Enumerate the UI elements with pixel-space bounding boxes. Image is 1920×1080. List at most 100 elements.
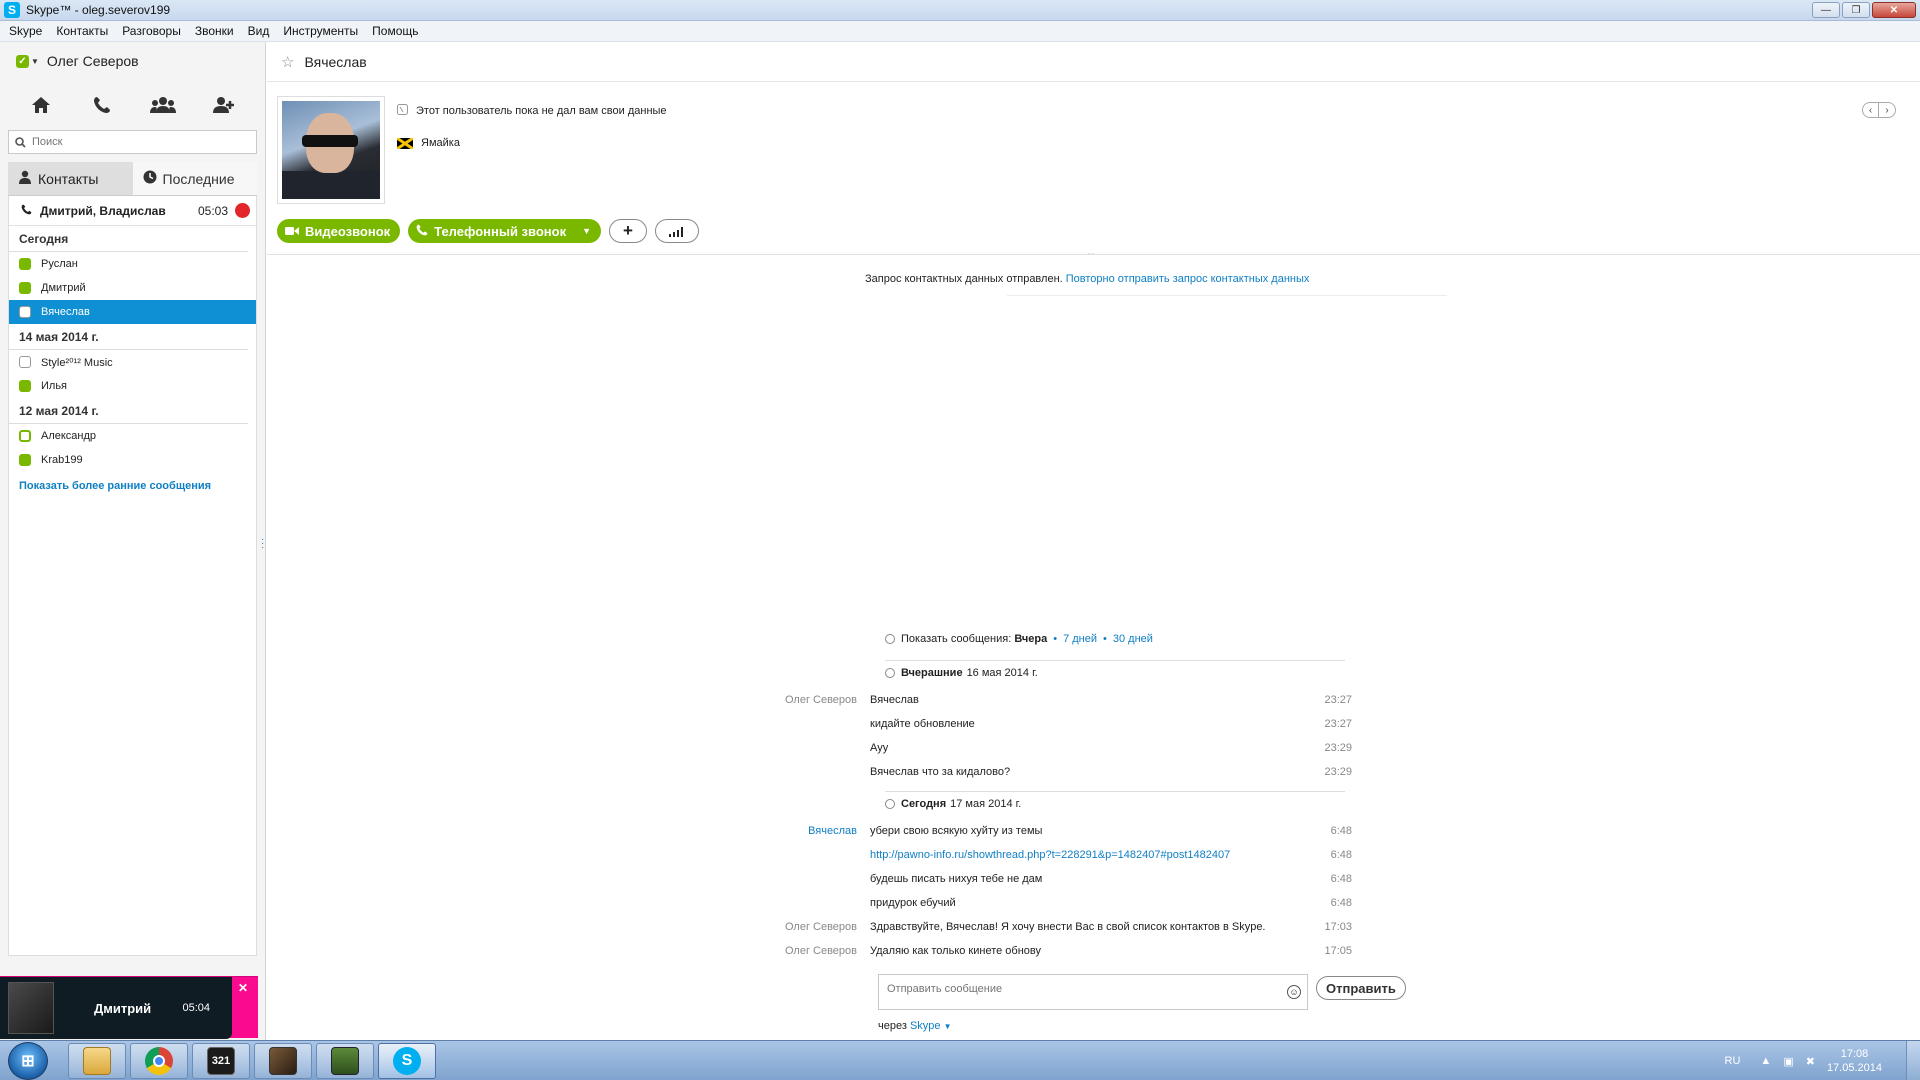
taskbar-chrome[interactable] <box>130 1042 188 1079</box>
taskbar-media-player[interactable]: 321 <box>192 1042 250 1079</box>
pending-status-icon <box>19 356 31 368</box>
resize-handle[interactable]: ... <box>1087 244 1095 258</box>
message-row: Вячеслав что за кидалово? 23:29 <box>697 762 1352 782</box>
send-button[interactable]: Отправить <box>1316 976 1406 1000</box>
message-text: Вячеслав <box>870 694 919 706</box>
search-icon <box>15 136 26 148</box>
tray-expand-icon[interactable]: ▲ <box>1760 1055 1771 1067</box>
day-header: Вчерашние 16 мая 2014 г. <box>885 660 1345 679</box>
clock-time: 17:08 <box>1840 1048 1869 1060</box>
network-icon[interactable]: ▣ <box>1783 1055 1793 1068</box>
chevron-down-icon[interactable]: ▼ <box>582 226 591 236</box>
message-text: кидайте обновление <box>870 718 975 730</box>
history-label: Показать сообщения: <box>901 633 1012 645</box>
add-participant-button[interactable]: + <box>609 219 647 243</box>
volume-muted-icon[interactable]: ✖ <box>1806 1055 1815 1068</box>
maximize-button[interactable]: ❐ <box>1842 2 1870 18</box>
online-status-icon[interactable]: ✓ <box>16 54 29 68</box>
profile-name[interactable]: Олег Северов <box>47 53 139 69</box>
contact-item-ruslan[interactable]: Руслан <box>9 252 256 276</box>
clock-icon <box>885 668 895 678</box>
contact-item-vyacheslav[interactable]: Вячеслав <box>9 300 256 324</box>
emoticon-icon[interactable]: ☺ <box>1287 985 1301 999</box>
show-earlier-link[interactable]: Показать более ранние сообщения <box>9 472 256 500</box>
signal-quality-button[interactable] <box>655 219 699 243</box>
message-row: Вячеслав убери свою всякую хуйту из темы… <box>697 821 1352 841</box>
message-compose[interactable]: ☺ <box>878 974 1308 1010</box>
phone-call-label: Телефонный звонок <box>434 223 567 239</box>
menu-contacts[interactable]: Контакты <box>49 24 115 38</box>
avatar[interactable] <box>277 96 385 204</box>
taskbar-clock[interactable]: 17:08 17.05.2014 <box>1827 1047 1882 1075</box>
menu-view[interactable]: Вид <box>241 24 277 38</box>
contact-item-dmitriy[interactable]: Дмитрий <box>9 276 256 300</box>
recent-list: Дмитрий, Владислав 05:03 Сегодня Руслан … <box>8 196 257 956</box>
profile-status[interactable]: ✓ ▼ Олег Северов <box>0 42 265 80</box>
contact-item-style-music[interactable]: Style²⁰¹² Music <box>9 350 256 374</box>
home-icon[interactable] <box>26 90 56 120</box>
call-popup[interactable]: Дмитрий 05:04 ✕ <box>0 976 258 1039</box>
clock-icon <box>143 170 157 187</box>
avatar-suit <box>282 171 380 199</box>
message-time: 23:27 <box>1324 694 1352 706</box>
message-input[interactable] <box>879 975 1259 1003</box>
message-link[interactable]: http://pawno-info.ru/showthread.php?t=22… <box>870 849 1312 861</box>
arrow-right-icon[interactable]: › <box>1879 103 1895 117</box>
skype-icon: S <box>393 1046 421 1075</box>
contact-item-krab199[interactable]: Krab199 <box>9 448 256 472</box>
phone-icon[interactable] <box>87 90 117 120</box>
hangup-icon[interactable] <box>235 203 250 218</box>
resend-request-link[interactable]: Повторно отправить запрос контактных дан… <box>1066 273 1310 285</box>
message-author[interactable]: Олег Северов <box>697 945 870 957</box>
tab-contacts[interactable]: Контакты <box>8 162 133 195</box>
message-author[interactable]: Вячеслав <box>697 825 870 837</box>
call-popup-body: Дмитрий 05:04 <box>0 977 232 1039</box>
chevron-down-icon[interactable]: ▼ <box>944 1022 952 1031</box>
message-author[interactable]: Олег Северов <box>697 921 870 933</box>
clock-icon <box>885 799 895 809</box>
message-author[interactable]: Олег Северов <box>697 694 870 706</box>
taskbar-skype[interactable]: S <box>378 1042 436 1079</box>
via-skype-dropdown[interactable]: Skype <box>910 1020 941 1032</box>
taskbar-explorer[interactable] <box>68 1042 126 1079</box>
contact-item-ilya[interactable]: Илья <box>9 374 256 398</box>
close-icon[interactable]: ✕ <box>238 981 248 995</box>
message-time: 17:03 <box>1324 921 1352 933</box>
video-camera-icon <box>285 224 299 239</box>
group-icon[interactable] <box>148 90 178 120</box>
start-button[interactable]: ⊞ <box>8 1041 48 1080</box>
system-tray: RU ▲ ▣ ✖ 17:08 17.05.2014 <box>1725 1041 1920 1080</box>
menu-tools[interactable]: Инструменты <box>276 24 365 38</box>
message-row: http://pawno-info.ru/showthread.php?t=22… <box>697 845 1352 865</box>
menu-help[interactable]: Помощь <box>365 24 425 38</box>
show-desktop-button[interactable] <box>1906 1041 1920 1080</box>
phone-call-button[interactable]: Телефонный звонок ▼ <box>408 219 601 243</box>
history-7-days-link[interactable]: 7 дней <box>1063 633 1097 645</box>
search-input[interactable] <box>32 136 232 148</box>
video-call-button[interactable]: Видеозвонок <box>277 219 401 243</box>
arrow-left-icon[interactable]: ‹ <box>1863 103 1879 117</box>
online-status-icon <box>19 258 31 270</box>
message-time: 17:05 <box>1324 945 1352 957</box>
message-row: будешь писать нихуя тебе не дам 6:48 <box>697 869 1352 889</box>
close-button[interactable]: ✕ <box>1872 2 1916 18</box>
menu-skype[interactable]: Skype <box>2 24 49 38</box>
star-icon[interactable]: ☆ <box>281 53 294 71</box>
message-time: 23:29 <box>1324 766 1352 778</box>
menu-conversations[interactable]: Разговоры <box>115 24 188 38</box>
search-box[interactable] <box>8 130 257 154</box>
active-call-item[interactable]: Дмитрий, Владислав 05:03 <box>9 196 256 226</box>
contact-item-aleksandr[interactable]: Александр <box>9 424 256 448</box>
chevron-down-icon[interactable]: ▼ <box>31 57 39 66</box>
language-indicator[interactable]: RU <box>1725 1055 1741 1067</box>
add-contact-icon[interactable] <box>209 90 239 120</box>
splitter-handle[interactable]: · · · <box>261 535 264 553</box>
history-30-days-link[interactable]: 30 дней <box>1113 633 1153 645</box>
tab-recent-label: Последние <box>162 170 235 187</box>
menu-calls[interactable]: Звонки <box>188 24 241 38</box>
taskbar-game[interactable] <box>254 1042 312 1079</box>
phone-icon <box>416 224 428 239</box>
taskbar-app[interactable] <box>316 1042 374 1079</box>
tab-recent[interactable]: Последние <box>132 162 257 195</box>
minimize-button[interactable]: — <box>1812 2 1840 18</box>
